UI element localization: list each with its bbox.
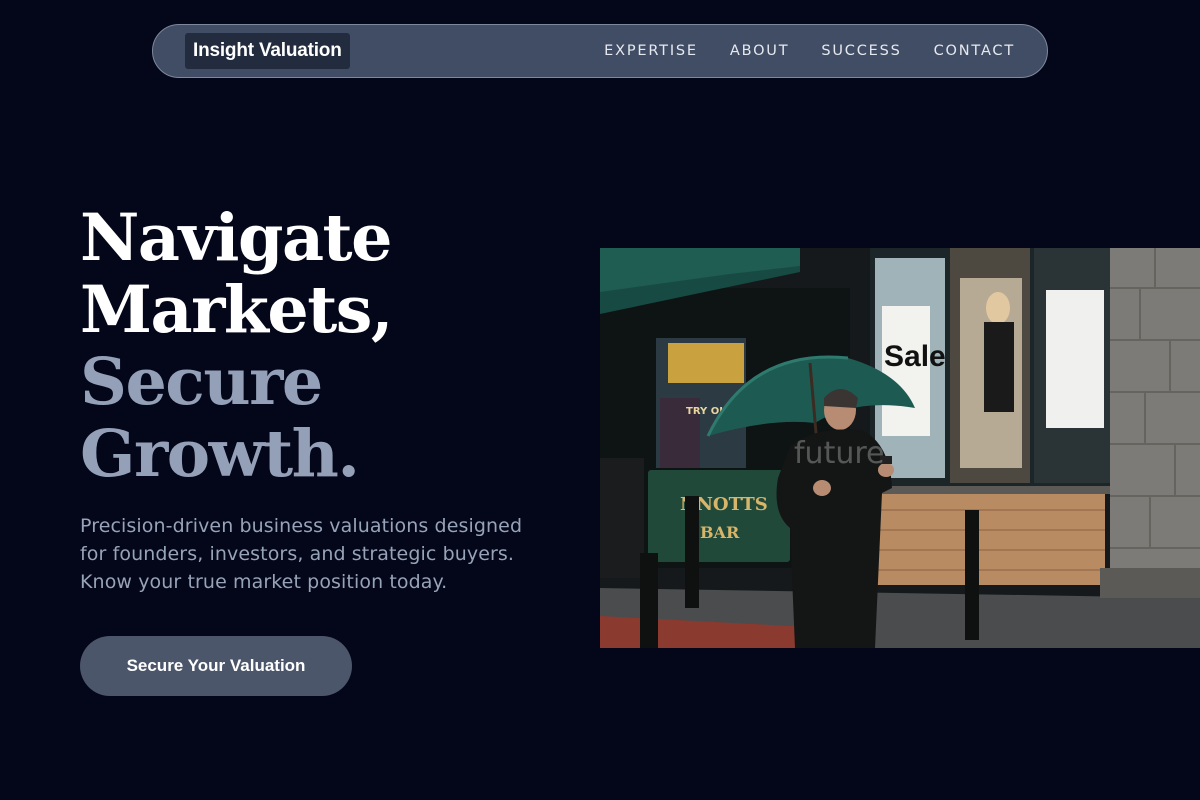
secure-valuation-button[interactable]: Secure Your Valuation bbox=[80, 636, 352, 696]
hero-subtitle-line-2: for founders, investors, and strategic b… bbox=[80, 543, 515, 565]
brand-logo[interactable]: Insight Valuation bbox=[185, 33, 350, 69]
hero-title-line-3: Secure bbox=[80, 344, 323, 420]
hero-title: Navigate Markets, Secure Growth. bbox=[80, 202, 560, 490]
photo-sale-sign: Sale bbox=[884, 340, 946, 373]
hero-subtitle-line-1: Precision-driven business valuations des… bbox=[80, 515, 523, 537]
nav-link-contact[interactable]: CONTACT bbox=[934, 43, 1015, 59]
hero-subtitle-line-3: Know your true market position today. bbox=[80, 571, 448, 593]
hero-title-line-1: Navigate bbox=[80, 200, 392, 276]
nav-link-success[interactable]: SUCCESS bbox=[821, 43, 901, 59]
nav-links: EXPERTISE ABOUT SUCCESS CONTACT bbox=[604, 43, 1015, 59]
photo-watermark: future bbox=[794, 436, 884, 471]
nav-link-about[interactable]: ABOUT bbox=[730, 43, 790, 59]
nav-link-expertise[interactable]: EXPERTISE bbox=[604, 43, 698, 59]
photo-bar-sign: BAR bbox=[700, 523, 740, 542]
hero-photo: TRY OUR NNOTTS BAR Sale future bbox=[600, 248, 1200, 648]
hero-title-line-2: Markets, bbox=[80, 272, 393, 348]
top-nav: Insight Valuation EXPERTISE ABOUT SUCCES… bbox=[152, 24, 1048, 78]
hero-title-line-4: Growth. bbox=[80, 416, 360, 492]
hero-subtitle: Precision-driven business valuations des… bbox=[80, 512, 540, 596]
